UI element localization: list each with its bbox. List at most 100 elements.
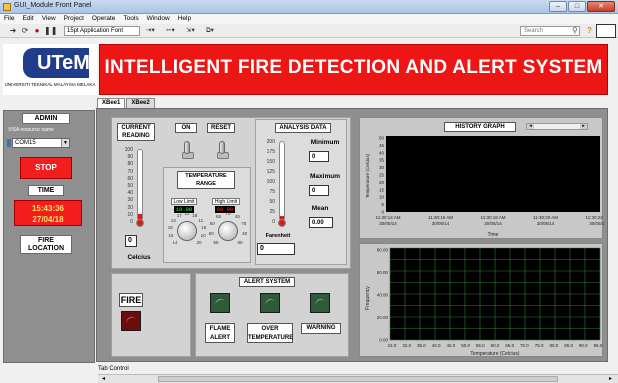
history-xtick-time: 11:30:18 AM	[481, 215, 506, 220]
low-limit-knob[interactable]	[177, 221, 197, 241]
minimize-button[interactable]: –	[549, 1, 567, 12]
fire-led	[121, 311, 141, 331]
histogram-xlabel: Temperature (Celcius)	[470, 351, 520, 357]
history-ytick-label: 25	[379, 173, 385, 178]
reset-switch[interactable]	[217, 141, 229, 159]
current-reading-unit: Celcius	[127, 254, 151, 261]
fire-label: FIRE	[119, 293, 143, 307]
resize-objects-icon[interactable]: ⇲▾	[186, 26, 195, 36]
dial-tick-label: 45	[234, 213, 240, 219]
histogram-svg: 80.00 60.00 40.00 20.00 0.00 24.0 32.0 35.0 40.…	[365, 248, 603, 358]
temperature-histogram: 80.00 60.00 40.00 20.00 0.00 24.0 32.0 35.0 40.…	[359, 243, 603, 357]
history-ytick-label: 35	[379, 158, 385, 163]
warning-led	[310, 293, 330, 313]
fire-location-label: FIRE LOCATION	[20, 235, 72, 254]
mean-value: 0.00	[309, 217, 333, 228]
scale-tick-label: 70	[127, 168, 133, 175]
maximize-button[interactable]: □	[568, 1, 586, 12]
tab-content: CURRENT READING 100 90 80 70 60 50 40 30 20 10 0 0…	[96, 108, 608, 362]
scale-tick-label: 80	[127, 161, 133, 168]
reorder-icon[interactable]: ⧉▾	[206, 26, 214, 36]
visa-label: VISA resource name	[8, 127, 54, 133]
menu-help[interactable]: Help	[174, 14, 195, 24]
scroll-left-arrow-icon[interactable]: ◂	[102, 376, 105, 382]
visa-resource-select[interactable]: COM15 ▼	[12, 138, 70, 148]
scale-tick-label: 40	[127, 190, 133, 197]
scroll-thumb[interactable]	[158, 376, 558, 382]
menu-bar: File Edit View Project Operate Tools Win…	[0, 14, 618, 24]
histogram-xtick-label: 40.0	[432, 343, 441, 348]
scale-tick-label: 50	[127, 183, 133, 189]
run-continuously-icon[interactable]: ⟳	[20, 26, 30, 36]
time-display: 15:43:36 27/04/18	[14, 200, 82, 226]
histogram-xtick-label: 70.0	[520, 343, 529, 348]
visa-resource-value: COM15	[15, 140, 36, 146]
dial-tick-label: 20	[196, 240, 202, 246]
history-xtick-date: 30/05/14	[589, 221, 604, 226]
scale-tick-label: 100	[266, 179, 275, 185]
close-button[interactable]: ✕	[587, 1, 615, 12]
banner-title: INTELLIGENT FIRE DETECTION AND ALERT SYS…	[104, 57, 603, 78]
scroll-right-arrow-icon[interactable]: ▸	[609, 376, 612, 382]
tab-xbee1[interactable]: XBee1	[97, 98, 126, 108]
histogram-xtick-label: 60.0	[491, 343, 500, 348]
scale-tick-label: 60	[127, 175, 133, 182]
histogram-ytick-label: 0.00	[379, 338, 388, 343]
abort-icon[interactable]: ●	[32, 26, 42, 36]
stop-button[interactable]: STOP	[20, 157, 72, 179]
analysis-data-title: ANALYSIS DATA	[275, 123, 331, 133]
horizontal-scrollbar[interactable]: ◂ ▸	[98, 374, 618, 383]
font-select[interactable]: 15pt Application Font	[64, 26, 140, 36]
flame-alert-label: FLAME ALERT	[205, 323, 235, 343]
title-bar: GUI_Module Front Panel – □ ✕	[0, 0, 618, 14]
scale-tick-label: 0	[272, 219, 275, 225]
dial-tick-label: 40	[242, 231, 248, 237]
tab-control-label: Tab Control	[98, 366, 129, 372]
history-plot-area	[386, 136, 600, 212]
scale-tick-label: 100	[124, 147, 133, 153]
menu-operate[interactable]: Operate	[88, 14, 120, 24]
scale-tick-label: 125	[266, 169, 275, 175]
history-xtick-time: 11:30:16 AM	[428, 215, 453, 220]
search-icon[interactable]: ⚲	[572, 26, 578, 36]
dial-tick-label: 50	[209, 221, 215, 227]
search-input[interactable]: Search	[520, 26, 580, 36]
tab-xbee2[interactable]: XBee2	[126, 98, 155, 108]
dial-tick-label: 13	[170, 218, 176, 223]
history-graph: HISTORY GRAPH ◂ ▸ 50 45 40 35 30 25 20 15 10 5 0 1…	[359, 117, 604, 239]
scale-tick-label: 0	[130, 219, 133, 225]
chevron-down-icon[interactable]: ▼	[61, 139, 69, 147]
histogram-xtick-label: 65.0	[505, 343, 514, 348]
date-value: 27/04/18	[32, 215, 64, 224]
menu-edit[interactable]: Edit	[18, 14, 37, 24]
menu-file[interactable]: File	[0, 14, 18, 24]
histogram-ytick-label: 60.00	[377, 270, 389, 275]
help-icon[interactable]: ?	[587, 26, 592, 36]
align-objects-icon[interactable]: ⇥▾	[146, 26, 155, 36]
time-value: 15:43:36	[31, 204, 65, 213]
flame-alert-led	[210, 293, 230, 313]
warning-label: WARNING	[301, 323, 341, 334]
on-label: ON	[175, 123, 197, 133]
title-banner: INTELLIGENT FIRE DETECTION AND ALERT SYS…	[99, 44, 608, 95]
high-limit-knob[interactable]	[218, 221, 238, 241]
history-ytick-label: 10	[379, 195, 385, 200]
history-xtick-date: 30/05/14	[379, 221, 397, 226]
menu-window[interactable]: Window	[143, 14, 174, 24]
history-graph-xlabel: Time	[488, 232, 499, 238]
distribute-objects-icon[interactable]: ⇿▾	[166, 26, 175, 36]
dial-tick-label: 16	[167, 225, 173, 231]
thermometer-bulb-icon	[136, 219, 144, 227]
pause-icon[interactable]: ❚❚	[44, 26, 57, 36]
on-switch[interactable]	[182, 141, 194, 159]
run-arrow-icon[interactable]: ➜	[8, 26, 18, 36]
scale-tick-label: 30	[127, 197, 133, 204]
dial-tick-label: 55	[213, 240, 219, 246]
menu-tools[interactable]: Tools	[119, 14, 142, 24]
history-xtick-time: 11:30:14 AM	[376, 215, 401, 220]
labview-app-icon	[3, 3, 11, 11]
dial-tick-label: 11	[198, 218, 204, 223]
menu-project[interactable]: Project	[60, 14, 88, 24]
connector-pane-icon[interactable]	[596, 24, 616, 38]
menu-view[interactable]: View	[38, 14, 60, 24]
